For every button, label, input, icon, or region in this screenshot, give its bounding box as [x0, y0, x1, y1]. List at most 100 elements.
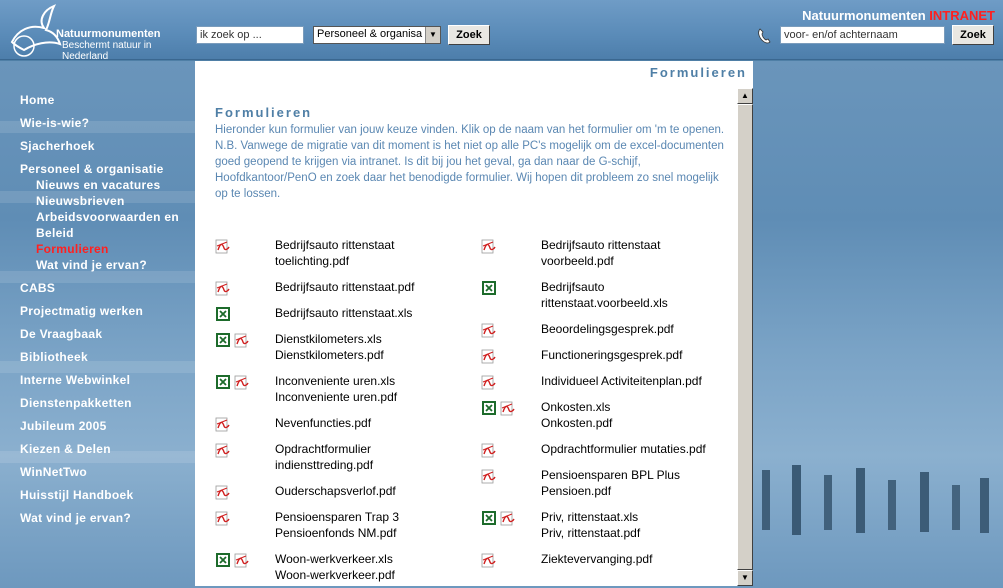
nav-item-huisstijl[interactable]: Huisstijl Handboek: [20, 487, 195, 503]
name-search-button[interactable]: Zoek: [952, 25, 994, 45]
form-link[interactable]: Bedrijfsauto rittenstaat.pdf: [275, 279, 414, 295]
nav-item-personeel[interactable]: Personeel & organisatie: [20, 161, 195, 177]
pdf-file-icon[interactable]: [215, 510, 231, 526]
form-link[interactable]: Pensioensparen BPL Plus: [541, 467, 680, 483]
form-link[interactable]: Individueel Activiteitenplan.pdf: [541, 373, 702, 389]
form-item[interactable]: Bedrijfsauto rittenstaat voorbeeld.pdf: [481, 237, 741, 279]
scroll-up-arrow-icon[interactable]: ▲: [737, 88, 753, 104]
nav-sub-wat-vind-je[interactable]: Wat vind je ervan?: [36, 257, 195, 273]
nav-item-sjacherhoek[interactable]: Sjacherhoek: [20, 138, 195, 154]
form-item[interactable]: Opdrachtformulier mutaties.pdf: [481, 441, 741, 467]
form-link[interactable]: Pensioensparen Trap 3: [275, 509, 399, 525]
form-item[interactable]: Bedrijfsauto rittenstaat.voorbeeld.xls: [481, 279, 741, 321]
search-input[interactable]: [196, 26, 304, 44]
form-item[interactable]: Dienstkilometers.xls Dienstkilometers.pdf: [215, 331, 475, 373]
search-category-select[interactable]: Personeel & organisa ▼: [313, 26, 441, 44]
form-link[interactable]: Priv, rittenstaat.pdf: [541, 525, 640, 541]
form-item[interactable]: Bedrijfsauto rittenstaat.xls: [215, 305, 475, 331]
form-link[interactable]: Opdrachtformulier mutaties.pdf: [541, 441, 706, 457]
form-link[interactable]: Bedrijfsauto rittenstaat.xls: [275, 305, 412, 321]
form-item[interactable]: Functioneringsgesprek.pdf: [481, 347, 741, 373]
excel-file-icon[interactable]: [481, 400, 497, 416]
form-item[interactable]: Ouderschapsverlof.pdf: [215, 483, 475, 509]
pdf-file-icon[interactable]: [234, 374, 250, 390]
form-item[interactable]: Opdrachtformulier indiensttreding.pdf: [215, 441, 475, 483]
nav-item-home[interactable]: Home: [20, 92, 195, 108]
content-scrollbar[interactable]: ▲ ▼: [737, 88, 753, 586]
nav-item-jubileum[interactable]: Jubileum 2005: [20, 418, 195, 434]
form-link[interactable]: Pensioen.pdf: [541, 483, 680, 499]
form-item[interactable]: Priv, rittenstaat.xls Priv, rittenstaat.p…: [481, 509, 741, 551]
form-item[interactable]: Ziektevervanging.pdf: [481, 551, 741, 577]
form-item[interactable]: Nevenfuncties.pdf: [215, 415, 475, 441]
form-link[interactable]: Onkosten.pdf: [541, 415, 612, 431]
pdf-file-icon[interactable]: [500, 400, 516, 416]
nav-item-dienstenpakketten[interactable]: Dienstenpakketten: [20, 395, 195, 411]
form-link[interactable]: Onkosten.xls: [541, 399, 612, 415]
form-link[interactable]: toelichting.pdf: [275, 253, 394, 269]
pdf-file-icon[interactable]: [481, 468, 497, 484]
excel-file-icon[interactable]: [481, 510, 497, 526]
pdf-file-icon[interactable]: [215, 416, 231, 432]
nav-item-projectmatig[interactable]: Projectmatig werken: [20, 303, 195, 319]
form-link[interactable]: Ouderschapsverlof.pdf: [275, 483, 396, 499]
form-item[interactable]: Pensioensparen BPL Plus Pensioen.pdf: [481, 467, 741, 509]
form-link[interactable]: Bedrijfsauto rittenstaat: [541, 237, 660, 253]
form-link[interactable]: Priv, rittenstaat.xls: [541, 509, 640, 525]
nav-item-kiezen-delen[interactable]: Kiezen & Delen: [20, 441, 195, 457]
name-search-input[interactable]: [780, 26, 945, 44]
nav-sub-nieuwsbrieven[interactable]: Nieuwsbrieven: [36, 193, 195, 209]
form-item[interactable]: Pensioensparen Trap 3 Pensioenfonds NM.pd…: [215, 509, 475, 551]
form-link[interactable]: Ziektevervanging.pdf: [541, 551, 652, 567]
form-link[interactable]: Beoordelingsgesprek.pdf: [541, 321, 674, 337]
nav-item-bibliotheek[interactable]: Bibliotheek: [20, 349, 195, 365]
form-link[interactable]: Functioneringsgesprek.pdf: [541, 347, 682, 363]
excel-file-icon[interactable]: [215, 374, 231, 390]
form-link[interactable]: indiensttreding.pdf: [275, 457, 373, 473]
form-item[interactable]: Inconveniente uren.xls Inconveniente uren…: [215, 373, 475, 415]
form-item[interactable]: Woon-werkverkeer.xls Woon-werkverkeer.pdf: [215, 551, 475, 588]
form-link[interactable]: Nevenfuncties.pdf: [275, 415, 371, 431]
form-item[interactable]: Onkosten.xls Onkosten.pdf: [481, 399, 741, 441]
pdf-file-icon[interactable]: [481, 552, 497, 568]
form-link[interactable]: Pensioenfonds NM.pdf: [275, 525, 399, 541]
excel-file-icon[interactable]: [215, 552, 231, 568]
pdf-file-icon[interactable]: [215, 280, 231, 296]
nav-sub-arbeidsvoorwaarden[interactable]: Arbeidsvoorwaarden en Beleid: [36, 209, 195, 241]
form-item[interactable]: Bedrijfsauto rittenstaat toelichting.pdf: [215, 237, 475, 279]
scroll-down-arrow-icon[interactable]: ▼: [737, 570, 753, 586]
nav-sub-nieuws[interactable]: Nieuws en vacatures: [36, 177, 195, 193]
pdf-file-icon[interactable]: [500, 510, 516, 526]
pdf-file-icon[interactable]: [481, 322, 497, 338]
form-link[interactable]: Opdrachtformulier: [275, 441, 373, 457]
nav-item-vraagbaak[interactable]: De Vraagbaak: [20, 326, 195, 342]
form-item[interactable]: Individueel Activiteitenplan.pdf: [481, 373, 741, 399]
pdf-file-icon[interactable]: [481, 442, 497, 458]
excel-file-icon[interactable]: [481, 280, 497, 296]
form-link[interactable]: Woon-werkverkeer.xls: [275, 551, 395, 567]
pdf-file-icon[interactable]: [234, 552, 250, 568]
pdf-file-icon[interactable]: [481, 238, 497, 254]
search-button[interactable]: Zoek: [448, 25, 490, 45]
form-link[interactable]: Woon-werkverkeer.pdf: [275, 567, 395, 583]
nav-sub-formulieren[interactable]: Formulieren: [36, 241, 195, 257]
form-link[interactable]: voorbeeld.pdf: [541, 253, 660, 269]
form-link[interactable]: Bedrijfsauto rittenstaat: [275, 237, 394, 253]
form-link[interactable]: Inconveniente uren.xls: [275, 373, 397, 389]
natuurmonumenten-logo[interactable]: Natuurmonumenten Beschermt natuur in Ned…: [4, 2, 194, 62]
pdf-file-icon[interactable]: [481, 348, 497, 364]
chevron-down-icon[interactable]: ▼: [425, 27, 440, 43]
excel-file-icon[interactable]: [215, 332, 231, 348]
scrollbar-thumb[interactable]: [737, 104, 753, 570]
form-link[interactable]: Inconveniente uren.pdf: [275, 389, 397, 405]
pdf-file-icon[interactable]: [215, 238, 231, 254]
form-link[interactable]: Dienstkilometers.xls: [275, 331, 384, 347]
pdf-file-icon[interactable]: [481, 374, 497, 390]
form-link[interactable]: rittenstaat.voorbeeld.xls: [541, 295, 668, 311]
nav-item-webwinkel[interactable]: Interne Webwinkel: [20, 372, 195, 388]
form-item[interactable]: Bedrijfsauto rittenstaat.pdf: [215, 279, 475, 305]
pdf-file-icon[interactable]: [215, 484, 231, 500]
form-link[interactable]: Dienstkilometers.pdf: [275, 347, 384, 363]
nav-item-wie-is-wie[interactable]: Wie-is-wie?: [20, 115, 195, 131]
form-item[interactable]: Beoordelingsgesprek.pdf: [481, 321, 741, 347]
